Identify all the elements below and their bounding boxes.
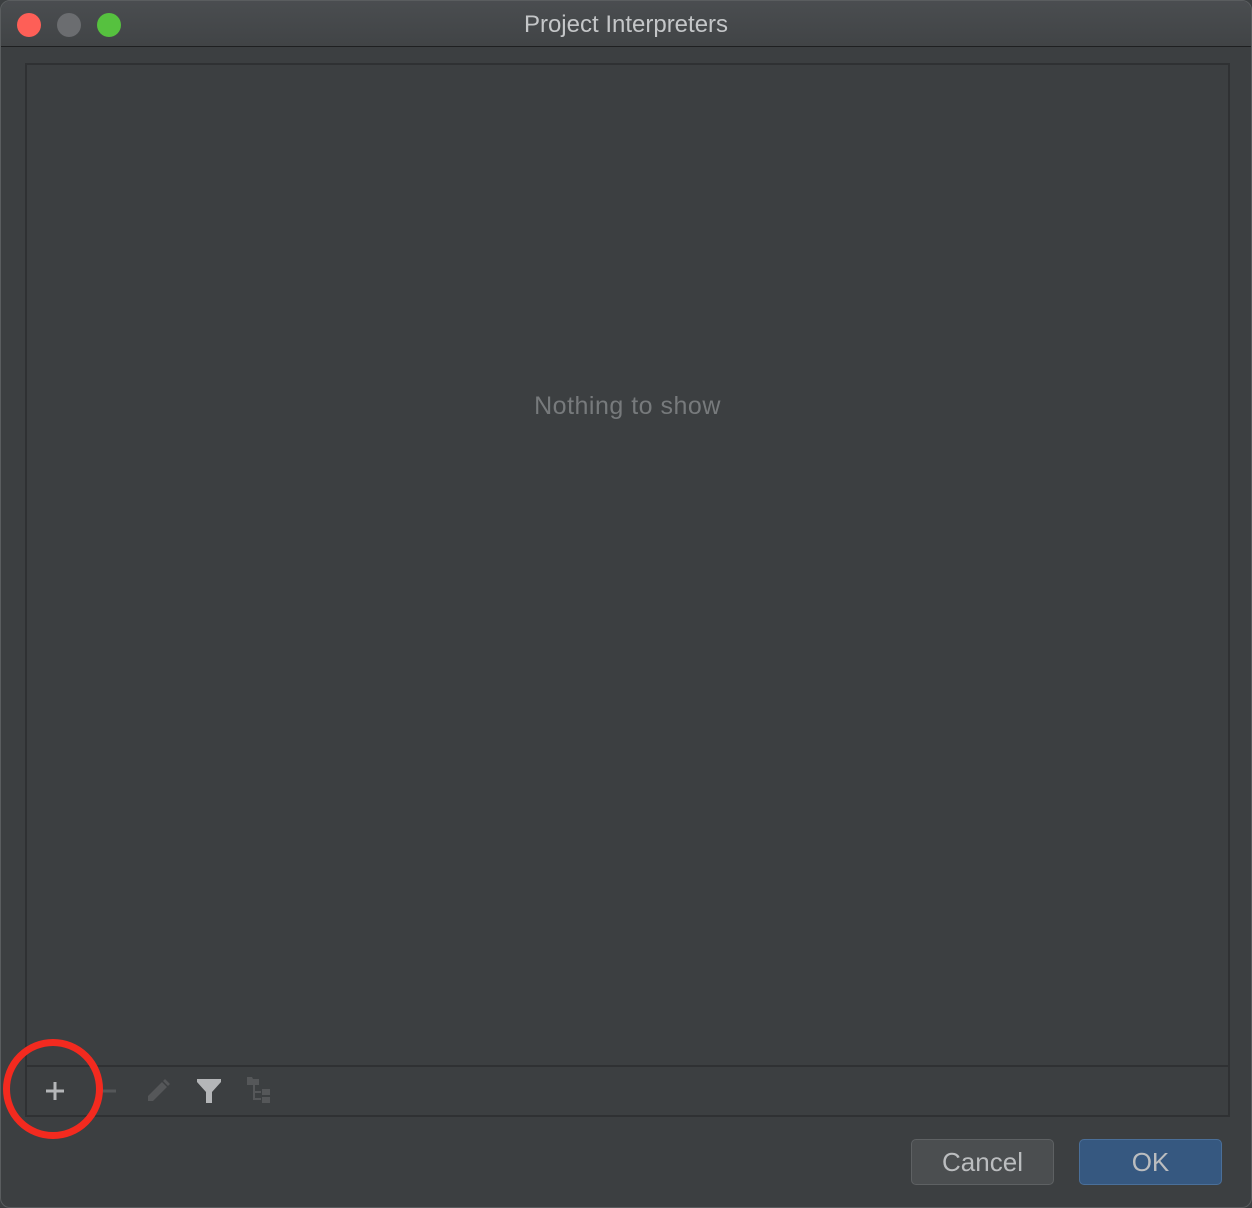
pencil-icon [148,1079,170,1101]
minus-icon [98,1089,116,1093]
interpreters-list[interactable]: Nothing to show [25,63,1230,1117]
add-interpreter-button[interactable] [39,1075,71,1107]
list-toolbar [27,1065,1228,1115]
edit-interpreter-button[interactable] [142,1075,174,1107]
empty-state-text: Nothing to show [534,392,721,420]
remove-interpreter-button[interactable] [91,1075,123,1107]
window-title: Project Interpreters [523,11,729,38]
tree-icon [247,1077,270,1103]
plus-icon [46,1082,64,1100]
title-bar[interactable]: Project Interpreters [1,1,1251,47]
project-interpreters-dialog: Project Interpreters Nothing to show Can… [0,0,1252,1208]
cancel-button[interactable]: Cancel [911,1139,1054,1185]
ok-button[interactable]: OK [1079,1139,1222,1185]
show-paths-button[interactable] [245,1075,277,1107]
filter-button[interactable] [193,1075,225,1107]
filter-icon [197,1079,221,1103]
